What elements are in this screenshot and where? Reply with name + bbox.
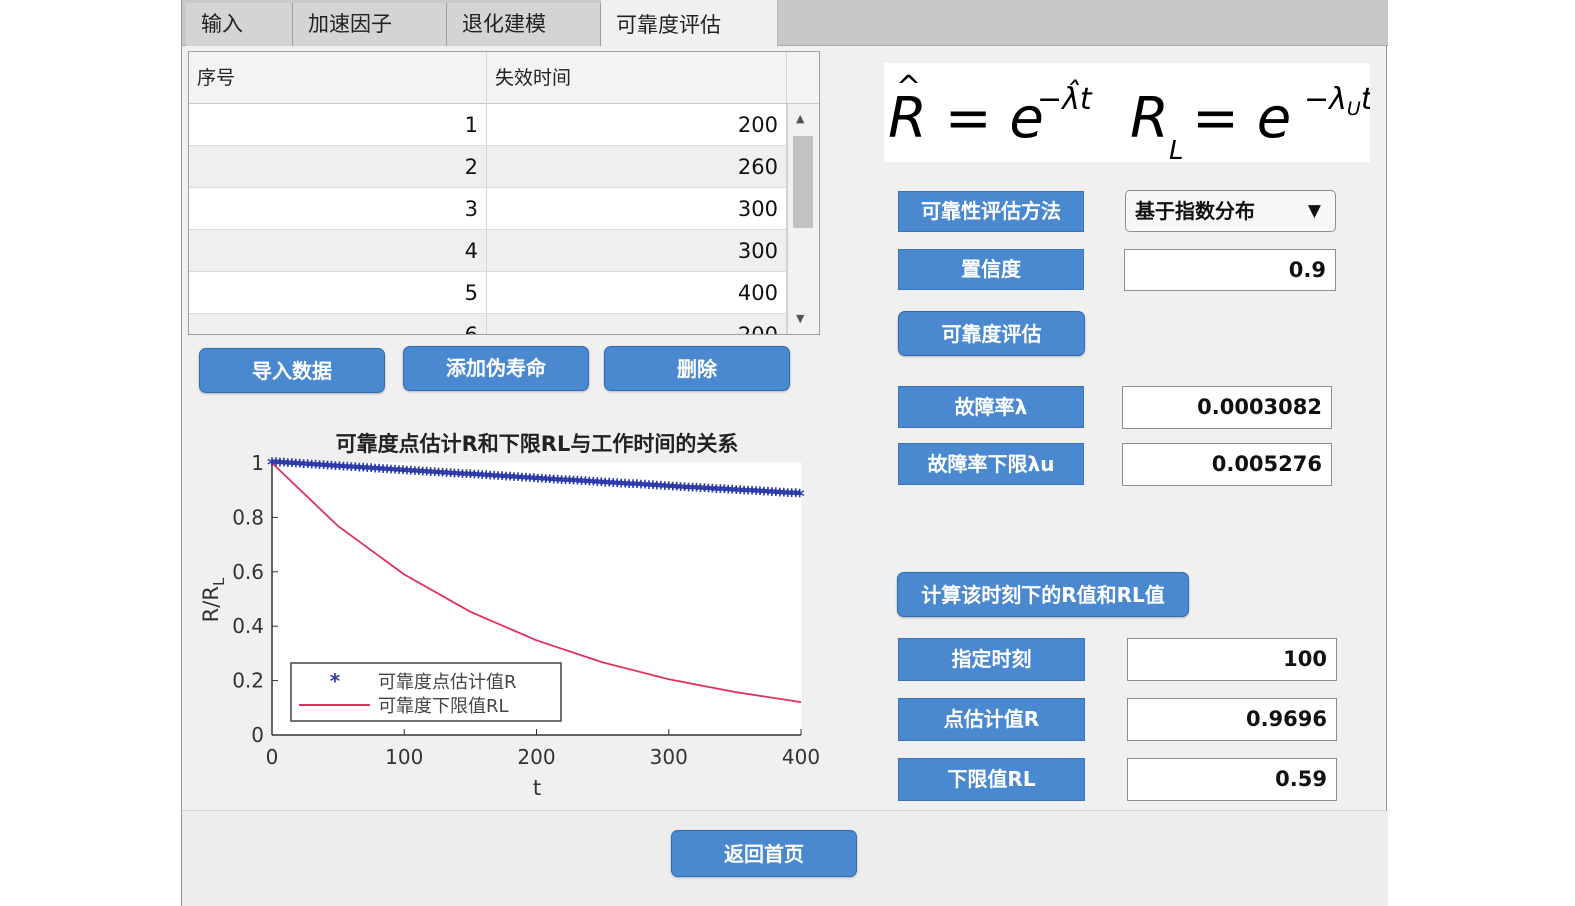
- table-row[interactable]: 5 400: [189, 272, 787, 314]
- series-r-datapoint: [800, 494, 802, 496]
- cell-index[interactable]: 4: [189, 230, 487, 272]
- y-tick-label: 0.4: [232, 614, 264, 638]
- add-pseudo-life-button[interactable]: 添加伪寿命: [403, 346, 589, 391]
- series-r-datapoint: [271, 462, 273, 464]
- cell-index[interactable]: 2: [189, 146, 487, 188]
- failure-rate-label: 故障率λ: [898, 386, 1084, 428]
- reliability-chart: 可靠度点估计R和下限RL与工作时间的关系 0 100 200 300 400 0 0.2 0.…: [199, 432, 820, 800]
- cell-failure-time[interactable]: 260: [487, 146, 787, 188]
- reliability-window: 输入 加速因子 退化建模 可靠度评估 序号 失效时间 1 200 2 260 3…: [181, 0, 1388, 906]
- formula-hat-mark: ^: [896, 70, 921, 105]
- lower-limit-label: 下限值RL: [898, 758, 1085, 801]
- x-tick-label: 400: [782, 745, 820, 769]
- chart-legend: * 可靠度点估计值R 可靠度下限值RL: [290, 662, 562, 722]
- y-axis-label-main: R/R: [199, 586, 223, 622]
- cell-failure-time[interactable]: 300: [487, 188, 787, 230]
- column-header-failure-time[interactable]: 失效时间: [487, 52, 787, 104]
- specified-time-label: 指定时刻: [898, 638, 1085, 681]
- series-r-datapoint: [536, 478, 537, 480]
- failure-rate-output: 0.0003082: [1122, 386, 1332, 429]
- table-header: 序号 失效时间: [189, 52, 819, 104]
- formula-panel: R = e ^ −λ̂t R L = e −λUt: [884, 63, 1374, 166]
- y-tick-label: 0.6: [232, 560, 264, 584]
- confidence-label: 置信度: [898, 249, 1084, 290]
- x-tick-label: 200: [517, 745, 555, 769]
- cell-index[interactable]: 1: [189, 104, 487, 146]
- table-row[interactable]: 6 200: [189, 314, 787, 334]
- table-row[interactable]: 4 300: [189, 230, 787, 272]
- legend-label-r: 可靠度点估计值R: [378, 672, 517, 693]
- cell-failure-time[interactable]: 200: [487, 104, 787, 146]
- scrollbar-thumb[interactable]: [793, 136, 813, 228]
- method-select[interactable]: 基于指数分布 ▼: [1125, 190, 1336, 232]
- chevron-down-icon: ▼: [1307, 201, 1321, 221]
- cell-index[interactable]: 5: [189, 272, 487, 314]
- series-r-datapoint: [602, 482, 604, 484]
- import-data-button[interactable]: 导入数据: [199, 348, 385, 393]
- cell-index[interactable]: 3: [189, 188, 487, 230]
- legend-marker-r: *: [330, 669, 341, 693]
- lower-limit-output: 0.59: [1127, 758, 1337, 801]
- legend-label-rl: 可靠度下限值RL: [378, 696, 509, 717]
- compute-r-rl-button[interactable]: 计算该时刻下的R值和RL值: [897, 572, 1189, 617]
- series-r-point: *: [795, 485, 805, 507]
- failure-time-table[interactable]: 序号 失效时间 1 200 2 260 3 300 4 300 5 400 6 …: [188, 51, 820, 335]
- formula-lower-exponent: −λUt: [1304, 82, 1370, 120]
- tab-degradation-modeling[interactable]: 退化建模: [447, 3, 601, 46]
- formula-lower-sub: L: [1169, 136, 1184, 162]
- failure-rate-upper-output: 0.005276: [1122, 443, 1332, 486]
- tab-bar: 输入 加速因子 退化建模 可靠度评估: [182, 0, 1388, 47]
- x-tick-label: 100: [385, 745, 423, 769]
- tab-reliability-assessment[interactable]: 可靠度评估: [601, 0, 778, 47]
- series-r-datapoint: [734, 490, 736, 492]
- point-estimate-label: 点估计值R: [898, 698, 1085, 741]
- formula-lower-equals: = e: [1192, 86, 1291, 151]
- return-home-button[interactable]: 返回首页: [671, 830, 857, 877]
- chart-title: 可靠度点估计R和下限RL与工作时间的关系: [336, 432, 739, 456]
- point-estimate-output: 0.9696: [1127, 698, 1337, 741]
- tab-acceleration-factor[interactable]: 加速因子: [293, 3, 447, 46]
- x-tick-label: 0: [266, 745, 279, 769]
- y-tick-label: 0.8: [232, 505, 264, 529]
- method-label: 可靠性评估方法: [898, 191, 1084, 232]
- scroll-down-arrow-icon[interactable]: ▼: [796, 312, 804, 325]
- table-scrollbar[interactable]: ▲ ▼: [787, 104, 819, 334]
- formula-lower-limit: R: [1130, 86, 1169, 151]
- scroll-up-arrow-icon[interactable]: ▲: [796, 112, 804, 125]
- table-row[interactable]: 3 300: [189, 188, 787, 230]
- series-r-datapoint: [337, 466, 339, 468]
- tab-input[interactable]: 输入: [186, 3, 293, 46]
- series-r-datapoint: [668, 486, 670, 488]
- y-axis-label-sub: L: [210, 577, 228, 586]
- y-axis-label: R/RL: [199, 577, 228, 622]
- y-tick-label: 0.2: [232, 669, 264, 693]
- method-select-value: 基于指数分布: [1135, 199, 1255, 223]
- y-tick-label: 0: [251, 723, 264, 747]
- x-tick-label: 300: [650, 745, 688, 769]
- evaluate-reliability-button[interactable]: 可靠度评估: [898, 311, 1085, 356]
- confidence-input[interactable]: 0.9: [1124, 249, 1336, 291]
- cell-failure-time[interactable]: 300: [487, 230, 787, 272]
- formula-point-exponent: −λ̂t: [1037, 79, 1093, 117]
- table-row[interactable]: 2 260: [189, 146, 787, 188]
- table-row[interactable]: 1 200: [189, 104, 787, 146]
- cell-index[interactable]: 6: [189, 314, 487, 334]
- cell-failure-time[interactable]: 400: [487, 272, 787, 314]
- x-axis-label: t: [533, 776, 541, 800]
- column-header-index[interactable]: 序号: [189, 52, 487, 104]
- specified-time-input[interactable]: 100: [1127, 638, 1337, 681]
- cell-failure-time[interactable]: 200: [487, 314, 787, 334]
- formula-image: R = e ^ −λ̂t R L = e −λUt: [888, 70, 1374, 166]
- series-r-datapoint: [403, 470, 405, 472]
- series-r-datapoint: [469, 474, 471, 476]
- delete-button[interactable]: 删除: [604, 346, 790, 391]
- y-tick-label: 1: [251, 451, 264, 475]
- failure-rate-upper-label: 故障率下限λu: [898, 443, 1084, 485]
